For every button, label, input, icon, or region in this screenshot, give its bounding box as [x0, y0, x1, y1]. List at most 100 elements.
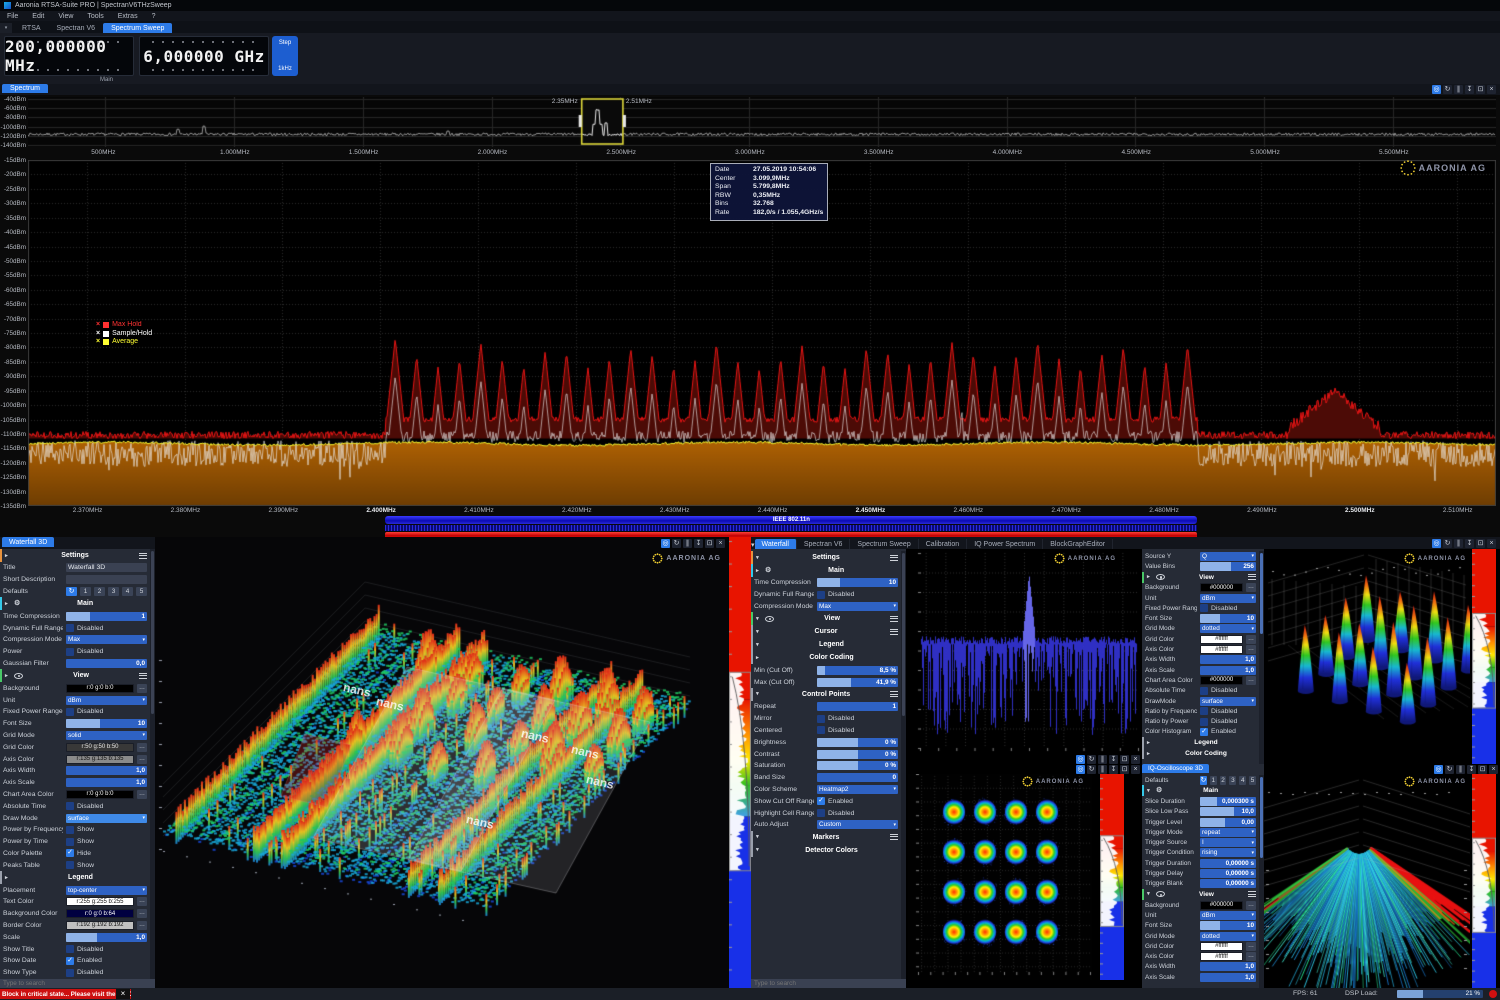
menu-extras[interactable]: Extras: [111, 13, 145, 20]
show-title-toggle[interactable]: [66, 945, 74, 953]
ratio-by-power-toggle[interactable]: [1200, 718, 1208, 726]
copy-icon[interactable]: ⊡: [1476, 539, 1485, 548]
color-picker-button[interactable]: …: [137, 684, 147, 693]
close-icon[interactable]: ×: [1131, 765, 1140, 774]
tab-iq-oscilloscope-3d[interactable]: IQ-Oscilloscope 3D: [1142, 764, 1209, 773]
stop-frequency-display[interactable]: 6,000000 GHz: [139, 36, 269, 76]
hist-section-legend[interactable]: ▸Legend: [1142, 737, 1259, 748]
bottom-tab-spectran-v6[interactable]: Spectran V6: [797, 539, 851, 549]
mirror-toggle[interactable]: [817, 715, 825, 723]
menu-icon[interactable]: [139, 553, 147, 559]
trigger-condition-dropdown[interactable]: rising▾: [1200, 848, 1256, 857]
menu-view[interactable]: View: [51, 13, 80, 20]
menu-icon[interactable]: [139, 673, 147, 679]
title-input[interactable]: Waterfall 3D: [66, 563, 147, 572]
copy-icon[interactable]: ⊡: [1120, 765, 1129, 774]
absolute-time-toggle[interactable]: [1200, 687, 1208, 695]
default-preset-1[interactable]: 1: [80, 587, 91, 596]
dynamic-full-range-toggle[interactable]: [817, 591, 825, 599]
menu-edit[interactable]: Edit: [25, 13, 51, 20]
iqosc-section-view[interactable]: ▾View: [1142, 889, 1259, 900]
brightness-slider[interactable]: 0 %: [817, 738, 898, 747]
overview-spectrum-chart[interactable]: [28, 97, 1496, 147]
axis-scale-slider[interactable]: 1,0: [1200, 666, 1256, 675]
tab-waterfall-3d[interactable]: Waterfall 3D: [2, 537, 54, 547]
color-palette-canvas[interactable]: [1472, 549, 1496, 764]
close-icon[interactable]: ×: [1487, 85, 1496, 94]
axis-scale-slider[interactable]: 1,0: [1200, 973, 1256, 982]
menu-icon[interactable]: [890, 691, 898, 697]
color-palette-checkbox[interactable]: ✓: [66, 849, 74, 857]
time-compression-slider[interactable]: 1: [66, 612, 147, 621]
color-palette-canvas[interactable]: [1472, 774, 1496, 988]
max-cut-off-slider[interactable]: 41,9 %: [817, 678, 898, 687]
default-preset-2[interactable]: 2: [94, 587, 105, 596]
menu-icon[interactable]: [890, 629, 898, 635]
download-icon[interactable]: ↧: [1467, 765, 1476, 774]
band-bar-ieee[interactable]: IEEE 802.11n: [385, 516, 1197, 524]
background-color-swatch[interactable]: r:0 g:0 b:0: [66, 684, 134, 693]
show-type-toggle[interactable]: [66, 969, 74, 977]
wf-section-view[interactable]: ▾View: [751, 612, 901, 625]
pause-icon[interactable]: ∥: [1456, 765, 1465, 774]
wf3d-section-settings[interactable]: ▸Settings: [0, 549, 150, 562]
power-by-frequency-toggle[interactable]: [66, 826, 74, 834]
chevron-icon[interactable]: ▸: [756, 655, 762, 661]
legend-max-hold[interactable]: ×Max Hold: [96, 321, 152, 330]
search-input[interactable]: [0, 979, 155, 988]
chevron-down-icon[interactable]: ▾: [751, 541, 755, 549]
centered-toggle[interactable]: [817, 726, 825, 734]
reset-defaults-button[interactable]: ↻: [1200, 776, 1207, 785]
axis-color-color-swatch[interactable]: #ffffff: [1200, 952, 1243, 961]
copy-icon[interactable]: ⊡: [705, 539, 714, 548]
histogram-3d-canvas[interactable]: [1264, 549, 1470, 764]
pin-icon[interactable]: ◎: [1434, 765, 1443, 774]
highlight-cell-ranges-toggle[interactable]: [817, 809, 825, 817]
wf3d-section-main[interactable]: ▸⚙Main: [0, 597, 150, 610]
color-scheme-dropdown[interactable]: Heatmap2▾: [817, 785, 898, 794]
menu-icon[interactable]: [890, 834, 898, 840]
placement-dropdown[interactable]: top-center▾: [66, 886, 147, 895]
axis-width-slider[interactable]: 1,0: [66, 766, 147, 775]
color-picker-button[interactable]: …: [1246, 635, 1256, 644]
fixed-power-range-toggle[interactable]: [66, 708, 74, 716]
scale-slider[interactable]: 1,0: [66, 933, 147, 942]
default-preset-5[interactable]: 5: [136, 587, 147, 596]
color-picker-button[interactable]: …: [137, 790, 147, 799]
close-icon[interactable]: ×: [1489, 765, 1498, 774]
axis-color-color-swatch[interactable]: #ffffff: [1200, 645, 1243, 654]
legend-average[interactable]: ×Average: [96, 338, 152, 347]
color-picker-button[interactable]: …: [137, 897, 147, 906]
oscilloscope-3d-canvas[interactable]: [1264, 774, 1470, 988]
band-size-slider[interactable]: 0: [817, 773, 898, 782]
peaks-table-toggle[interactable]: [66, 861, 74, 869]
chevron-icon[interactable]: ▸: [1147, 751, 1153, 757]
digit-increment-dots[interactable]: [13, 40, 125, 44]
wf-section-settings[interactable]: ▾Settings: [751, 551, 901, 564]
auto-adjust-dropdown[interactable]: Custom▾: [817, 820, 898, 829]
bottom-tab-waterfall[interactable]: Waterfall: [755, 539, 797, 549]
download-icon[interactable]: ↧: [694, 539, 703, 548]
wf3d-section-legend[interactable]: ▸Legend: [0, 871, 150, 884]
start-frequency-display[interactable]: 200,000000 MHz: [4, 36, 134, 76]
download-icon[interactable]: ↧: [1109, 755, 1118, 764]
hist-section-view[interactable]: ▸View: [1142, 572, 1259, 583]
compression-mode-dropdown[interactable]: Max▾: [817, 602, 898, 611]
wf-section-color-coding[interactable]: ▸Color Coding: [751, 651, 901, 664]
pin-icon[interactable]: ◎: [1432, 85, 1441, 94]
color-picker-button[interactable]: …: [137, 755, 147, 764]
color-picker-button[interactable]: …: [1246, 645, 1256, 654]
grid-mode-dropdown[interactable]: dotted▾: [1200, 624, 1256, 633]
pause-icon[interactable]: ∥: [1454, 85, 1463, 94]
background-color-swatch[interactable]: #000000: [1200, 901, 1243, 910]
border-color-color-swatch[interactable]: r:192 g:192 b:192: [66, 921, 134, 930]
band-bar-hatched[interactable]: [385, 525, 1197, 531]
color-picker-button[interactable]: …: [1246, 901, 1256, 910]
show-date-checkbox[interactable]: ✓: [66, 957, 74, 965]
min-cut-off-slider[interactable]: 8,5 %: [817, 666, 898, 675]
wf-section-main[interactable]: ▸⚙Main: [751, 564, 901, 577]
critical-alert[interactable]: Block in critical state... Please visit …: [0, 989, 131, 999]
wf-section-legend[interactable]: ▾Legend: [751, 638, 901, 651]
slice-low-pass-slider[interactable]: 10,0: [1200, 807, 1256, 816]
slice-duration-slider[interactable]: 0,000300 s: [1200, 797, 1256, 806]
